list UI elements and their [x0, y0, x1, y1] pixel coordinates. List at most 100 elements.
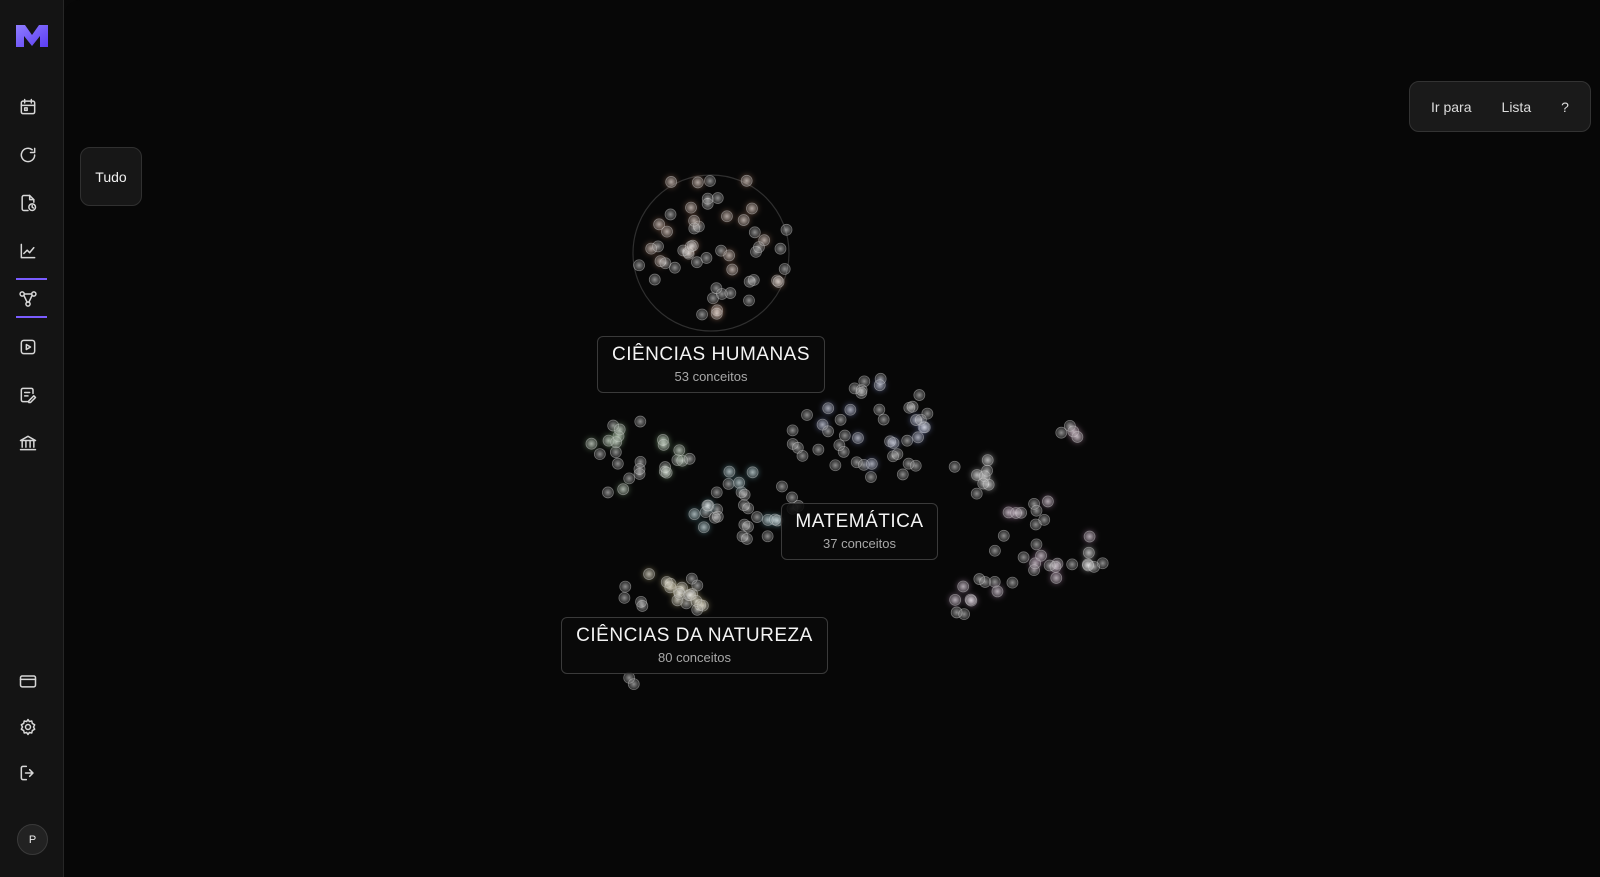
cluster-label-matematica[interactable]: MATEMÁTICA 37 conceitos	[781, 503, 938, 560]
concept-node[interactable]	[697, 521, 710, 534]
concept-node[interactable]	[611, 457, 624, 470]
concept-node[interactable]	[950, 606, 963, 619]
concept-node[interactable]	[914, 413, 927, 426]
concept-node[interactable]	[970, 487, 983, 500]
concept-node[interactable]	[737, 214, 750, 226]
concept-node[interactable]	[948, 460, 961, 473]
graph-nodes-icon[interactable]	[12, 283, 44, 315]
concept-node[interactable]	[753, 241, 765, 254]
logout-icon[interactable]	[12, 757, 44, 789]
concept-node[interactable]	[610, 436, 623, 449]
concept-node[interactable]	[850, 456, 863, 469]
concept-node[interactable]	[743, 294, 755, 307]
concept-node[interactable]	[721, 210, 733, 223]
concept-node[interactable]	[661, 225, 673, 238]
concept-node[interactable]	[704, 175, 716, 187]
credit-card-icon[interactable]	[12, 665, 44, 697]
concept-node[interactable]	[912, 431, 924, 444]
concept-node[interactable]	[652, 240, 664, 253]
concept-node[interactable]	[778, 263, 791, 275]
concept-node[interactable]	[751, 511, 763, 523]
concept-node[interactable]	[877, 413, 890, 426]
concept-node[interactable]	[774, 242, 787, 255]
concept-node[interactable]	[822, 402, 835, 415]
concept-node[interactable]	[761, 530, 774, 543]
concept-node[interactable]	[701, 499, 714, 512]
concept-node[interactable]	[981, 464, 993, 477]
concept-node[interactable]	[981, 454, 994, 467]
concept-node[interactable]	[973, 573, 986, 585]
concept-node[interactable]	[691, 176, 704, 189]
concept-node[interactable]	[685, 201, 697, 214]
concept-node[interactable]	[691, 579, 704, 592]
concept-node[interactable]	[949, 593, 962, 606]
concept-node[interactable]	[723, 465, 736, 478]
concept-node[interactable]	[617, 483, 630, 496]
concept-node[interactable]	[648, 273, 661, 286]
concept-node[interactable]	[710, 282, 723, 295]
concept-node[interactable]	[723, 249, 736, 262]
concept-node[interactable]	[865, 471, 877, 483]
concept-node[interactable]	[722, 478, 735, 490]
concept-node[interactable]	[957, 580, 970, 593]
concept-node[interactable]	[711, 192, 724, 204]
cluster-label-natureza[interactable]: CIÊNCIAS DA NATUREZA 80 conceitos	[561, 617, 828, 674]
concept-node[interactable]	[1050, 572, 1063, 584]
concept-node[interactable]	[796, 449, 809, 462]
concept-node[interactable]	[991, 585, 1004, 598]
concept-node[interactable]	[1042, 495, 1054, 508]
refresh-icon[interactable]	[12, 139, 44, 171]
concept-node[interactable]	[865, 457, 878, 470]
concept-node[interactable]	[834, 413, 847, 426]
concept-node[interactable]	[746, 466, 759, 479]
concept-node[interactable]	[659, 257, 672, 270]
concept-graph[interactable]	[64, 0, 1600, 877]
concept-node[interactable]	[997, 529, 1010, 542]
concept-node[interactable]	[982, 478, 995, 491]
concept-node[interactable]	[688, 222, 701, 235]
concept-node[interactable]	[855, 384, 868, 396]
concept-node[interactable]	[852, 432, 864, 444]
concept-node[interactable]	[965, 594, 978, 607]
concept-node[interactable]	[688, 508, 701, 521]
concept-node[interactable]	[585, 437, 598, 450]
concept-node[interactable]	[740, 174, 753, 187]
concept-node[interactable]	[742, 502, 755, 515]
concept-node[interactable]	[683, 452, 696, 465]
concept-node[interactable]	[684, 240, 697, 253]
concept-node[interactable]	[660, 466, 673, 479]
concept-node[interactable]	[593, 448, 606, 460]
concept-node[interactable]	[902, 457, 915, 470]
concept-node[interactable]	[1066, 558, 1079, 571]
concept-node[interactable]	[776, 480, 788, 493]
concept-node[interactable]	[738, 488, 751, 501]
concept-node[interactable]	[780, 223, 793, 236]
concept-node[interactable]	[873, 403, 886, 416]
edit-note-icon[interactable]	[12, 379, 44, 411]
concept-node[interactable]	[708, 511, 721, 524]
concept-node[interactable]	[1006, 576, 1019, 589]
concept-node[interactable]	[913, 389, 926, 401]
concept-node[interactable]	[1082, 559, 1095, 572]
concept-node[interactable]	[710, 307, 723, 320]
concept-node[interactable]	[1017, 551, 1030, 564]
concept-node[interactable]	[822, 425, 834, 438]
user-avatar[interactable]: P	[17, 824, 48, 855]
play-square-icon[interactable]	[12, 331, 44, 363]
concept-node[interactable]	[700, 252, 713, 264]
concept-node[interactable]	[673, 588, 686, 600]
concept-node[interactable]	[1064, 419, 1076, 432]
concept-node[interactable]	[634, 415, 647, 428]
concept-node[interactable]	[602, 486, 614, 499]
concept-node[interactable]	[844, 403, 857, 416]
concept-node[interactable]	[664, 208, 677, 221]
filter-all-button[interactable]: Tudo	[80, 147, 142, 206]
concept-node[interactable]	[1082, 546, 1095, 559]
concept-node[interactable]	[710, 486, 723, 499]
concept-node[interactable]	[633, 468, 646, 480]
concept-node[interactable]	[1043, 559, 1056, 572]
bank-icon[interactable]	[12, 427, 44, 459]
concept-node[interactable]	[665, 176, 678, 188]
concept-node[interactable]	[741, 533, 753, 545]
concept-node[interactable]	[887, 437, 900, 449]
